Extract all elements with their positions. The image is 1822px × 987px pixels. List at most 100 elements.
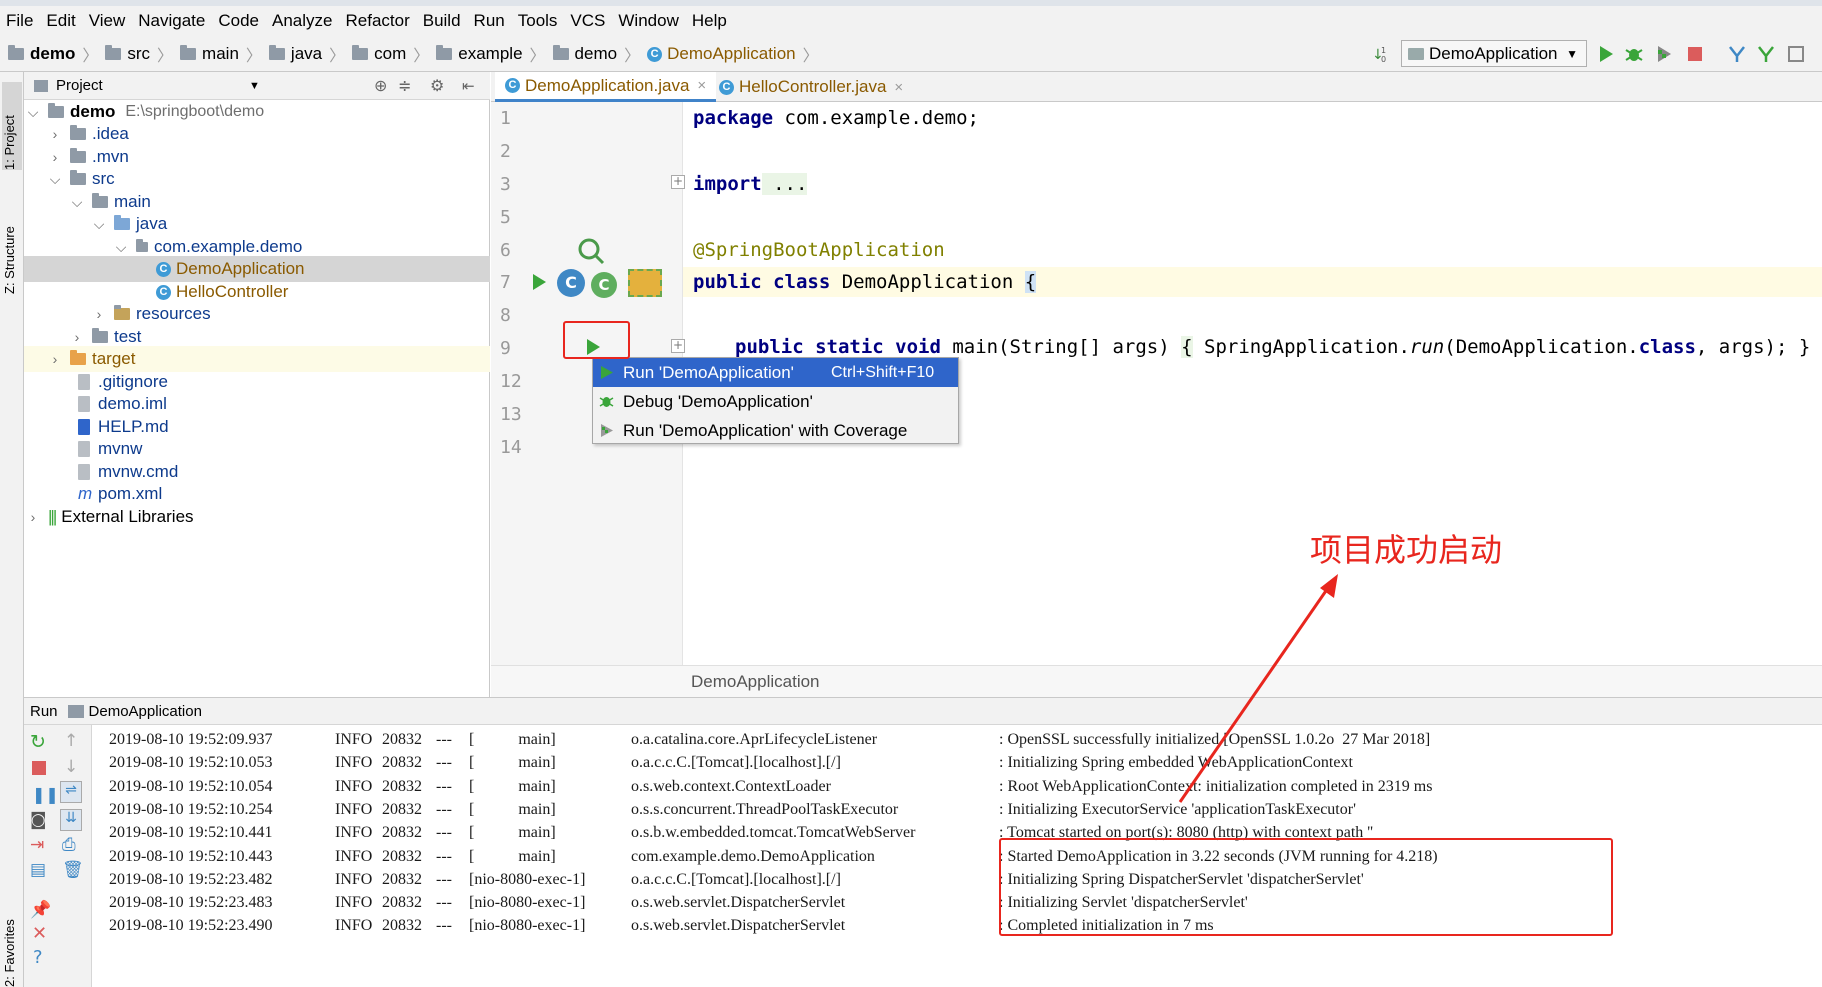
- menu-analyze[interactable]: Analyze: [272, 11, 332, 31]
- breadcrumb-src[interactable]: src: [105, 44, 150, 64]
- code-line-9[interactable]: public static void main(String[] args) {…: [735, 336, 1810, 358]
- chevron-right-icon[interactable]: ›: [70, 329, 84, 345]
- menu-help[interactable]: Help: [692, 11, 727, 31]
- close-icon[interactable]: ✕: [32, 923, 47, 944]
- chevron-right-icon[interactable]: ›: [48, 149, 62, 165]
- popup-run-item[interactable]: Run 'DemoApplication' Ctrl+Shift+F10: [593, 358, 958, 387]
- annotation-arrow: [1178, 574, 1338, 803]
- fold-icon[interactable]: +: [671, 339, 685, 353]
- menu-run[interactable]: Run: [474, 11, 505, 31]
- spring-context-icon[interactable]: [628, 269, 662, 297]
- log-lvl: INFO: [335, 731, 373, 748]
- menu-file[interactable]: File: [6, 11, 33, 31]
- breadcrumb-example[interactable]: example: [436, 44, 523, 64]
- chevron-right-icon[interactable]: ›: [48, 351, 62, 367]
- project-panel: Project ▼ ⊕ ≑ ⚙ ⇤ ⌵ demo E:\springboot\d…: [24, 72, 490, 697]
- scroll-to-end-icon[interactable]: ⇊: [60, 809, 82, 831]
- help-icon[interactable]: ?: [33, 947, 43, 968]
- spring-bean-gutter-icon[interactable]: C: [591, 272, 617, 298]
- breadcrumb-com[interactable]: com: [352, 44, 406, 64]
- vcs-commit-icon[interactable]: [1756, 44, 1776, 64]
- breadcrumb-demoapplication[interactable]: C DemoApplication: [647, 44, 796, 64]
- chevron-down-icon[interactable]: ⌵: [70, 194, 84, 211]
- locate-icon[interactable]: ⊕: [374, 76, 387, 96]
- exit-icon[interactable]: ⇥: [30, 835, 44, 855]
- chevron-down-icon[interactable]: ⌵: [26, 104, 40, 121]
- structure-tool-tab[interactable]: Z: Structure: [2, 194, 17, 294]
- arrow-up-icon[interactable]: ↑: [64, 731, 78, 751]
- log-thread: [ main]: [469, 754, 556, 772]
- close-icon[interactable]: ×: [894, 79, 903, 96]
- run-panel-label[interactable]: Run: [30, 703, 58, 720]
- log-line: 2019-08-10 19:52:10.054 INFO 20832 --- [ mai…: [92, 778, 1812, 800]
- build-icon[interactable]: ↓10: [1372, 43, 1392, 65]
- chevron-right-icon[interactable]: ›: [26, 509, 40, 525]
- coverage-icon[interactable]: [1654, 44, 1674, 64]
- menu-window[interactable]: Window: [618, 11, 678, 31]
- pin-icon[interactable]: 📌: [30, 900, 51, 920]
- layout-icon[interactable]: ▤: [30, 860, 46, 880]
- gear-icon[interactable]: ⚙: [430, 76, 444, 96]
- stop-icon[interactable]: [1685, 44, 1705, 64]
- debug-icon[interactable]: [1624, 44, 1644, 64]
- rerun-icon[interactable]: ↻: [30, 731, 46, 753]
- favorites-tool-tab[interactable]: 2: Favorites: [2, 892, 17, 987]
- menu-tools[interactable]: Tools: [518, 11, 558, 31]
- editor-breadcrumb[interactable]: DemoApplication: [691, 672, 820, 692]
- fold-icon[interactable]: +: [671, 175, 685, 189]
- close-icon[interactable]: ×: [697, 77, 706, 94]
- soft-wrap-icon[interactable]: ⇌: [60, 781, 82, 803]
- breadcrumb-demo[interactable]: demo: [8, 44, 75, 64]
- popup-coverage-item[interactable]: Run 'DemoApplication' with Coverage: [593, 416, 958, 445]
- print-icon[interactable]: ⎙: [62, 835, 76, 855]
- log-ts: 2019-08-10 19:52:10.443: [109, 847, 273, 865]
- log-line: 2019-08-10 19:52:10.053 INFO 20832 --- [ mai…: [92, 754, 1812, 776]
- code-line-7[interactable]: public class DemoApplication {: [693, 271, 1037, 293]
- menu-edit[interactable]: Edit: [46, 11, 75, 31]
- collapse-all-icon[interactable]: ≑: [398, 76, 411, 96]
- chevron-down-icon[interactable]: ⌵: [114, 239, 128, 256]
- chevron-down-icon[interactable]: ⌵: [92, 216, 106, 233]
- spring-beans-icon[interactable]: [576, 236, 606, 266]
- trash-icon[interactable]: 🗑: [62, 860, 84, 880]
- project-tool-tab[interactable]: 1: Project: [2, 82, 22, 170]
- tab-demoapplication[interactable]: C DemoApplication.java ×: [495, 72, 717, 102]
- tab-hellocontroller[interactable]: C HelloController.java ×: [709, 72, 913, 102]
- run-gutter-icon[interactable]: [530, 272, 548, 292]
- tree-item-external-libraries[interactable]: › ||| External Libraries: [24, 504, 490, 530]
- arrow-down-icon[interactable]: ↓: [64, 757, 78, 777]
- class-gutter-icon[interactable]: C: [557, 269, 585, 297]
- stop-icon[interactable]: [32, 761, 46, 775]
- chevron-right-icon[interactable]: ›: [92, 306, 106, 322]
- log-ts: 2019-08-10 19:52:09.937: [109, 731, 273, 748]
- code-line-1[interactable]: package com.example.demo;: [693, 107, 979, 129]
- chevron-down-icon[interactable]: ▼: [249, 80, 260, 92]
- code-line-3[interactable]: import ...: [693, 173, 808, 195]
- run-icon[interactable]: [1596, 44, 1616, 64]
- line-number: 7: [500, 272, 511, 293]
- camera-icon[interactable]: ◙: [30, 810, 47, 830]
- menu-view[interactable]: View: [89, 11, 126, 31]
- vcs-update-icon[interactable]: [1727, 44, 1747, 64]
- chevron-down-icon[interactable]: ⌵: [48, 171, 62, 188]
- hide-icon[interactable]: ⇤: [462, 77, 475, 95]
- project-panel-title[interactable]: Project: [56, 77, 103, 94]
- popup-debug-item[interactable]: Debug 'DemoApplication': [593, 387, 958, 416]
- breadcrumb-java[interactable]: java: [268, 44, 322, 64]
- menu-build[interactable]: Build: [423, 11, 461, 31]
- editor-breadcrumb-bar: DemoApplication: [491, 665, 1822, 697]
- code-line-6[interactable]: @SpringBootApplication: [693, 239, 945, 261]
- chevron-right-icon[interactable]: ›: [48, 126, 62, 142]
- vcs-history-icon[interactable]: [1786, 44, 1806, 64]
- breadcrumb-main[interactable]: main: [180, 44, 239, 64]
- run-panel-config[interactable]: DemoApplication: [89, 703, 202, 720]
- menu-navigate[interactable]: Navigate: [138, 11, 205, 31]
- pause-icon[interactable]: ❚❚: [32, 785, 59, 804]
- menu-refactor[interactable]: Refactor: [345, 11, 409, 31]
- run-configuration-select[interactable]: DemoApplication ▼: [1401, 40, 1587, 67]
- menu-vcs[interactable]: VCS: [570, 11, 605, 31]
- log-lvl: INFO: [335, 894, 373, 912]
- breadcrumb-demo-package[interactable]: demo: [552, 44, 617, 64]
- log-dash: ---: [436, 894, 452, 912]
- menu-code[interactable]: Code: [218, 11, 259, 31]
